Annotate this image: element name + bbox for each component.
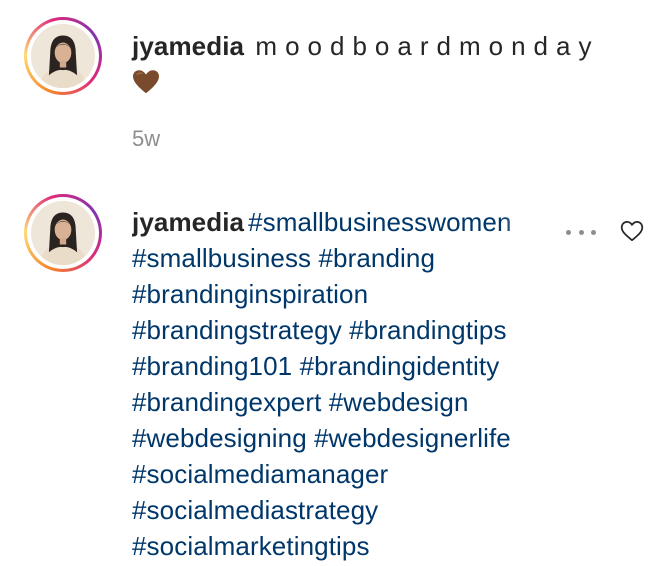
hashtag-link[interactable]: #webdesign (329, 387, 469, 417)
hashtag-link[interactable]: #brandinginspiration (132, 279, 368, 309)
hashtag-link[interactable]: #socialmarketingtips (132, 531, 370, 561)
hashtag-line: jyamedia #smallbusinesswomen (132, 204, 552, 240)
avatar-portrait-icon (31, 24, 95, 88)
hashtag-link[interactable]: #smallbusiness (132, 243, 311, 273)
hashtag-line: #brandingstrategy #brandingtips (132, 312, 572, 348)
hashtag-link[interactable]: #webdesignerlife (314, 423, 511, 453)
hashtag-line: #brandinginspiration (132, 276, 572, 312)
hashtag-link[interactable]: #branding101 (132, 351, 292, 381)
heart-outline-icon[interactable] (619, 218, 645, 244)
hashtag-link[interactable]: #brandingexpert (132, 387, 321, 417)
avatar-photo (31, 24, 95, 88)
comment-1-avatar[interactable] (24, 17, 102, 95)
comment-username[interactable]: jyamedia (132, 207, 244, 237)
comment-2-avatar[interactable] (24, 194, 102, 272)
comment-timestamp[interactable]: 5w (132, 126, 160, 152)
hashtag-link[interactable]: #branding (318, 243, 435, 273)
hashtag-line: #smallbusiness #branding (132, 240, 572, 276)
hashtag-line: #branding101 #brandingidentity (132, 348, 572, 384)
hashtag-link[interactable]: #socialmediamanager (132, 459, 388, 489)
comment-username[interactable]: jyamedia (132, 31, 244, 61)
hashtag-line: #socialmediamanager (132, 456, 572, 492)
avatar-photo (31, 201, 95, 265)
more-dot (566, 229, 571, 235)
hashtag-line: #socialmarketingtips (132, 528, 572, 564)
more-options-icon[interactable] (566, 222, 596, 242)
comment-text: moodboardmonday (255, 31, 600, 61)
more-dot (578, 229, 584, 235)
comment-1: jyamedia moodboardmonday (132, 28, 632, 100)
hashtag-link[interactable]: #smallbusinesswomen (248, 207, 511, 237)
hashtag-line: #socialmediastrategy (132, 492, 572, 528)
hashtag-line: #brandingexpert #webdesign (132, 384, 572, 420)
hashtag-link[interactable]: #socialmediastrategy (132, 495, 378, 525)
hashtag-link[interactable]: #brandingidentity (300, 351, 500, 381)
hashtag-link[interactable]: #brandingtips (349, 315, 506, 345)
hashtag-line: #webdesigning #webdesignerlife (132, 420, 572, 456)
avatar-portrait-icon (31, 201, 95, 265)
more-dot (591, 229, 596, 235)
comment-2: jyamedia #smallbusinesswomen #smallbusine… (132, 204, 572, 564)
hashtag-link[interactable]: #webdesigning (132, 423, 307, 453)
brown-heart-icon (133, 70, 159, 94)
hashtag-link[interactable]: #brandingstrategy (132, 315, 342, 345)
